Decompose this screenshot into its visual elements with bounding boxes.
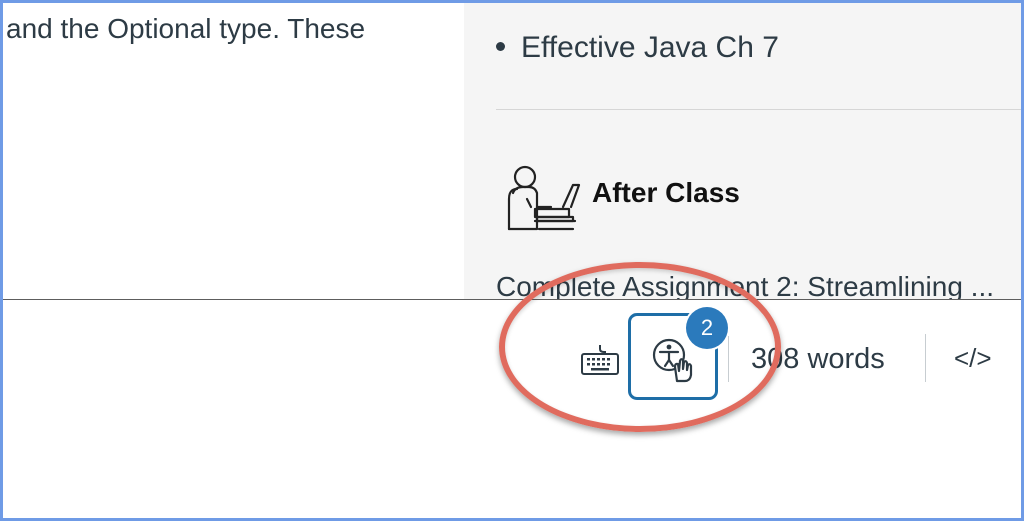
content-panel: Effective Java Ch 7 After Class Complete… <box>464 3 1021 300</box>
horizontal-rule <box>496 109 1021 110</box>
word-count: 308 words <box>751 343 885 375</box>
bullet-dot <box>496 41 505 51</box>
list-item: Effective Java Ch 7 <box>496 31 779 65</box>
rich-content-editor-body[interactable]: and the Optional type. These Effective J… <box>3 3 1021 300</box>
status-divider <box>728 336 729 382</box>
issue-count-badge: 2 <box>686 307 728 349</box>
list-item-text: Effective Java Ch 7 <box>521 31 779 64</box>
html-editor-toggle-button[interactable]: </> <box>954 343 992 374</box>
body-text: and the Optional type. These <box>6 13 366 44</box>
keyboard-icon <box>581 345 619 375</box>
editor-status-bar: 2 308 words </> <box>3 300 1021 420</box>
status-divider <box>925 334 926 382</box>
keyboard-shortcuts-button[interactable] <box>576 338 624 382</box>
assignment-text: Complete Assignment 2: Streamlining ... <box>496 271 995 300</box>
after-class-heading: After Class <box>592 177 740 208</box>
person-at-laptop-icon <box>501 163 583 238</box>
